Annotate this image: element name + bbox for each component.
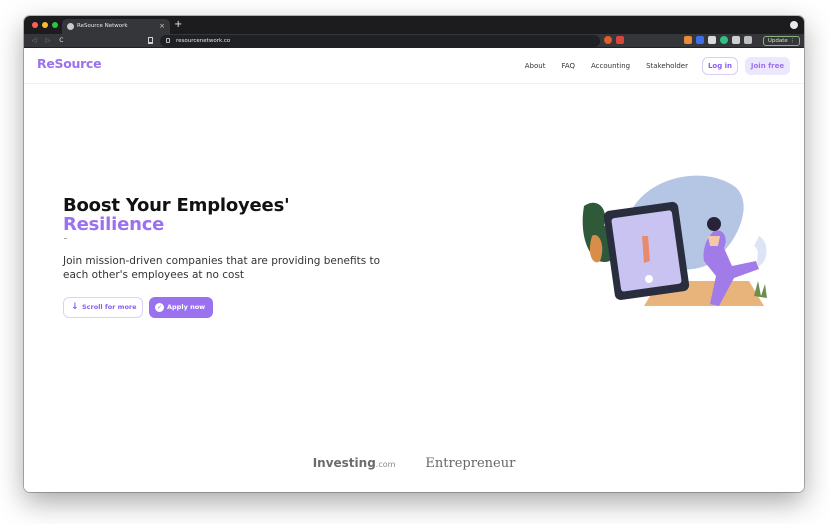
puzzle-icon[interactable] — [732, 36, 740, 44]
reading-list-icon[interactable] — [744, 36, 752, 44]
extension-icons — [684, 36, 752, 44]
login-button[interactable]: Log in — [702, 57, 738, 75]
nav-link-stakeholder[interactable]: Stakeholder — [646, 48, 688, 84]
tab-title: ReSource Network — [77, 23, 128, 29]
hero-illustration — [582, 175, 767, 306]
browser-toolbar: ◁ ▷ C resourcenetwork.co Update ⋮ — [24, 34, 804, 48]
extension-blue-icon[interactable] — [696, 36, 704, 44]
reload-button[interactable]: C — [59, 34, 63, 48]
investing-suffix: .com — [375, 460, 396, 469]
hero-heading: Boost Your Employees' Resilience — [63, 195, 290, 235]
site-header: ReSource About FAQ Accounting Stakeholde… — [24, 48, 804, 84]
shield-extensions — [604, 36, 624, 44]
nav-link-accounting[interactable]: Accounting — [591, 48, 630, 84]
url-text: resourcenetwork.co — [176, 38, 231, 44]
site-nav-links: About FAQ Accounting Stakeholder — [525, 48, 688, 84]
arrow-down-icon: ↓ — [71, 302, 79, 312]
apply-now-button[interactable]: ✓ Apply now — [149, 297, 213, 318]
divider — [64, 238, 67, 239]
nav-buttons: ◁ ▷ C — [32, 34, 63, 48]
person-skin — [708, 236, 720, 246]
person-head — [707, 217, 721, 231]
check-circle-icon: ✓ — [155, 303, 164, 312]
close-window-icon[interactable] — [32, 22, 38, 28]
tab-resource-network[interactable]: ReSource Network × — [62, 19, 170, 34]
site-favicon-icon — [67, 23, 74, 30]
hero-subtitle: Join mission-driven companies that are p… — [63, 255, 381, 281]
window-controls — [32, 22, 58, 28]
forward-button[interactable]: ▷ — [46, 34, 51, 48]
tab-strip: ReSource Network × + — [24, 16, 804, 34]
investing-name: Investing — [312, 456, 376, 470]
investing-logo[interactable]: Investing.com — [313, 456, 396, 470]
grass-tuft — [754, 281, 767, 298]
update-button[interactable]: Update ⋮ — [762, 36, 800, 46]
brave-rewards-icon[interactable] — [616, 36, 624, 44]
apply-label: Apply now — [167, 303, 206, 311]
extension-green-icon[interactable] — [720, 36, 728, 44]
entrepreneur-logo[interactable]: Entrepreneur — [425, 456, 515, 471]
nav-link-about[interactable]: About — [525, 48, 546, 84]
hero-heading-line1: Boost Your Employees' — [63, 195, 290, 216]
maximize-window-icon[interactable] — [52, 22, 58, 28]
minimize-window-icon[interactable] — [42, 22, 48, 28]
browser-window: ReSource Network × + ◁ ▷ C resourcenetwo… — [24, 16, 804, 492]
scroll-for-more-button[interactable]: ↓ Scroll for more — [63, 297, 143, 318]
join-free-button[interactable]: Join free — [745, 57, 790, 75]
hero-heading-accent: Resilience — [63, 214, 165, 235]
brave-shield-icon[interactable] — [604, 36, 612, 44]
press-logos: Investing.com Entrepreneur — [24, 456, 804, 471]
lock-icon — [166, 38, 170, 43]
bookmark-icon[interactable] — [148, 37, 153, 44]
scroll-label: Scroll for more — [82, 303, 137, 311]
address-bar[interactable]: resourcenetwork.co — [160, 35, 600, 47]
play-icon — [645, 275, 653, 283]
new-tab-button[interactable]: + — [174, 18, 182, 32]
resource-logo[interactable]: ReSource — [37, 56, 102, 71]
window-menu-icon[interactable] — [790, 21, 798, 29]
nav-link-faq[interactable]: FAQ — [561, 48, 575, 84]
extension-grid-icon[interactable] — [708, 36, 716, 44]
back-button[interactable]: ◁ — [32, 34, 37, 48]
web-page: ReSource About FAQ Accounting Stakeholde… — [24, 48, 804, 492]
metamask-icon[interactable] — [684, 36, 692, 44]
tab-close-icon[interactable]: × — [159, 19, 165, 34]
